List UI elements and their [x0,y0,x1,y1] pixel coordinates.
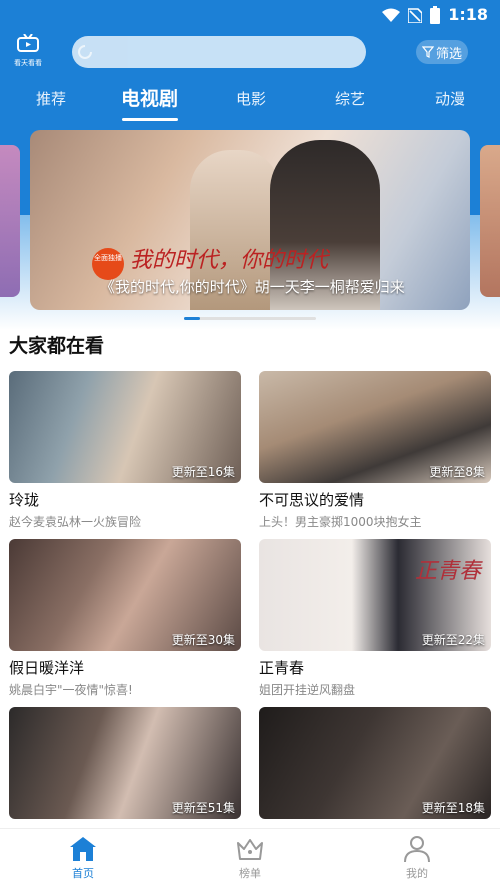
episode-badge: 更新至8集 [429,465,485,479]
tab-recommend[interactable]: 推荐 [36,88,66,109]
show-subtitle: 姚晨白宇"一夜情"惊喜! [9,683,133,697]
app-logo[interactable]: 看天看看 [10,33,46,67]
show-subtitle: 上头！男主豪掷1000块抱女主 [259,515,422,529]
show-title: 假日暖洋洋 [9,659,85,677]
carousel-indicator [184,317,316,320]
show-subtitle: 姐团开挂逆风翻盘 [259,683,356,697]
banner-caption: 《我的时代,你的时代》胡一天李一桐帮爱归来 [100,278,405,296]
battery-icon [430,5,441,24]
tv-icon [17,33,39,52]
episode-badge: 更新至16集 [171,465,235,479]
show-title: 玲珑 [9,491,40,509]
show-subtitle: 赵今麦袁弘林一火族冒险 [9,515,142,529]
episode-badge: 更新至22集 [421,633,485,647]
tab-movies[interactable]: 电影 [236,88,266,109]
show-title: 正青春 [259,659,305,677]
sim-icon [408,7,423,23]
banner-next-peek[interactable] [480,145,500,297]
show-card[interactable]: 更新至30集 假日暖洋洋 姚晨白宇"一夜情"惊喜! [9,539,241,698]
show-thumbnail: 正青春 更新至22集 [259,539,491,651]
search-icon [78,45,92,59]
user-icon [404,836,430,863]
show-thumbnail: 更新至30集 [9,539,241,651]
show-title: 不可思议的爱情 [259,491,365,509]
nav-ranking[interactable]: 榜单 [210,835,290,881]
category-tabs: 推荐 电视剧 电影 综艺 动漫 [0,84,500,124]
tab-tv-series[interactable]: 电视剧 [121,84,178,111]
logo-text: 看天看看 [14,59,42,67]
section-title: 大家都在看 [9,335,105,357]
show-thumbnail: 更新至8集 [259,371,491,483]
nav-home-label: 首页 [72,867,94,880]
search-input[interactable] [72,36,366,68]
show-card[interactable]: 正青春 更新至22集 正青春 姐团开挂逆风翻盘 [259,539,491,698]
tab-variety[interactable]: 综艺 [335,88,365,109]
show-card[interactable]: 更新至18集 [259,707,491,825]
episode-badge: 更新至18集 [421,801,485,815]
filter-button[interactable]: 筛选 [416,40,468,64]
tab-anime[interactable]: 动漫 [435,88,465,109]
filter-icon [421,46,434,58]
banner-show-title: 我的时代，你的时代 [130,248,329,273]
status-bar: 1:18 [0,0,500,30]
nav-profile-label: 我的 [406,867,428,880]
filter-label: 筛选 [435,46,462,62]
nav-profile[interactable]: 我的 [377,835,457,881]
show-card[interactable]: 更新至51集 [9,707,241,825]
show-thumbnail: 更新至51集 [9,707,241,819]
crown-icon [237,839,263,860]
nav-ranking-label: 榜单 [239,867,261,880]
banner-prev-peek[interactable] [0,145,20,297]
show-thumbnail: 更新至16集 [9,371,241,483]
show-thumbnail: 更新至18集 [259,707,491,819]
show-card[interactable]: 更新至8集 不可思议的爱情 上头！男主豪掷1000块抱女主 [259,371,491,530]
active-tab-indicator [122,118,178,121]
home-icon [70,837,96,861]
show-card[interactable]: 更新至16集 玲珑 赵今麦袁弘林一火族冒险 [9,371,241,530]
status-time: 1:18 [448,5,488,24]
nav-home[interactable]: 首页 [43,835,123,881]
banner-slide[interactable]: 全面独播 我的时代，你的时代 《我的时代,你的时代》胡一天李一桐帮爱归来 [30,130,470,310]
show-poster-title: 正青春 [414,559,481,584]
bottom-navigation: 首页 榜单 我的 [0,828,500,888]
episode-badge: 更新至51集 [171,801,235,815]
carousel-indicator-active [184,317,200,320]
wifi-icon [382,8,401,22]
episode-badge: 更新至30集 [171,633,235,647]
